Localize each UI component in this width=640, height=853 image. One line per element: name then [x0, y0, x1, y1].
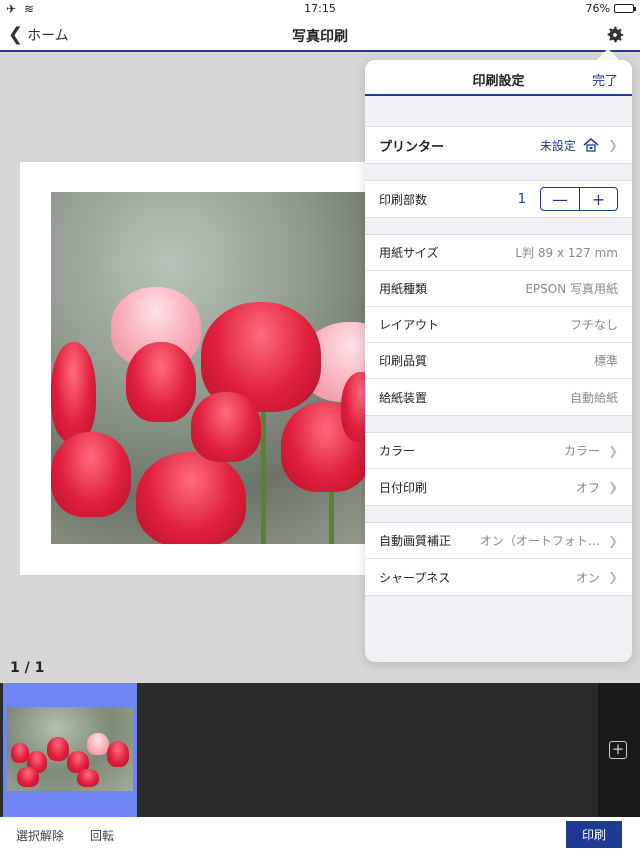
correction-settings-group: 自動画質補正 オン（オートフォト… ❯ シャープネス オン ❯	[365, 522, 632, 596]
bottom-toolbar: 選択解除 回転 印刷	[0, 817, 640, 853]
paper-size-row[interactable]: 用紙サイズ L判 89 x 127 mm	[365, 235, 632, 271]
setting-value: フチなし	[569, 318, 618, 332]
paper-settings-group: 用紙サイズ L判 89 x 127 mm 用紙種類 EPSON 写真用紙 レイアウト…	[365, 234, 632, 416]
battery-percent: 76%	[585, 2, 610, 15]
setting-label: 用紙種類	[379, 282, 428, 296]
setting-value: カラー	[563, 444, 600, 458]
setting-value: オン	[575, 570, 600, 585]
popover-header: 印刷設定 完了	[365, 60, 632, 96]
setting-label: 日付印刷	[379, 480, 428, 495]
page-indicator: 1 / 1	[10, 660, 45, 676]
color-row[interactable]: カラー カラー ❯	[365, 433, 632, 469]
setting-label: 印刷品質	[379, 354, 428, 368]
tulip-flower	[77, 769, 99, 787]
status-bar: ✈ ≋ 17:15 76%	[0, 0, 640, 18]
setting-label: シャープネス	[379, 570, 451, 585]
printer-group: プリンター 未設定 ❯	[365, 126, 632, 164]
chevron-right-icon: ❯	[607, 533, 618, 548]
deselect-button[interactable]: 選択解除	[16, 827, 64, 844]
thumbnail-image	[7, 707, 133, 791]
tulip-flower	[51, 342, 96, 442]
color-settings-group: カラー カラー ❯ 日付印刷 オフ ❯	[365, 432, 632, 506]
tulip-flower	[87, 733, 109, 755]
battery-icon	[614, 4, 636, 13]
paper-type-row[interactable]: 用紙種類 EPSON 写真用紙	[365, 271, 632, 307]
chevron-right-icon: ❯	[607, 480, 618, 494]
copies-row: 印刷部数 1 — +	[365, 181, 632, 217]
setting-value: 標準	[593, 354, 618, 368]
tulip-flower	[126, 342, 196, 422]
copies-stepper[interactable]: — +	[540, 187, 618, 211]
status-right: 76%	[585, 2, 636, 15]
setting-value: オン（オートフォト…	[479, 534, 600, 548]
date-print-row[interactable]: 日付印刷 オフ ❯	[365, 469, 632, 505]
tulip-flower	[191, 392, 261, 462]
setting-value: 自動給紙	[569, 390, 618, 405]
setting-label: カラー	[379, 444, 416, 458]
setting-label: 自動画質補正	[379, 534, 452, 548]
chevron-right-icon: ❯	[607, 138, 618, 152]
decrement-button[interactable]: —	[541, 188, 579, 210]
thumbnail-selected[interactable]	[3, 683, 137, 817]
print-quality-row[interactable]: 印刷品質 標準	[365, 343, 632, 379]
rotate-button[interactable]: 回転	[90, 827, 114, 844]
tulip-flower	[51, 432, 131, 517]
paper-source-row[interactable]: 給紙装置 自動給紙	[365, 379, 632, 415]
printer-row[interactable]: プリンター 未設定 ❯	[365, 127, 632, 163]
chevron-right-icon: ❯	[607, 570, 618, 584]
copies-group: 印刷部数 1 — +	[365, 180, 632, 218]
copies-label: 印刷部数	[379, 192, 428, 207]
thumbnail-strip: +	[0, 683, 640, 817]
print-settings-popover: 印刷設定 完了 プリンター 未設定 ❯ 印刷部数 1 — + 用紙サイズ L判 8…	[365, 60, 632, 662]
stem	[261, 392, 266, 544]
layout-row[interactable]: レイアウト フチなし	[365, 307, 632, 343]
printer-value: 未設定	[539, 138, 576, 153]
add-photo-button[interactable]: +	[609, 741, 627, 759]
gear-icon[interactable]	[604, 24, 626, 46]
setting-label: 用紙サイズ	[379, 246, 439, 260]
sharpness-row[interactable]: シャープネス オン ❯	[365, 559, 632, 595]
setting-label: 給紙装置	[379, 390, 428, 405]
tulip-flower	[107, 741, 129, 767]
setting-value: L判 89 x 127 mm	[515, 246, 618, 260]
strip-side-panel: +	[598, 683, 640, 817]
setting-value: オフ	[575, 480, 600, 495]
tulip-flower	[47, 737, 69, 761]
status-time: 17:15	[304, 2, 336, 15]
chevron-right-icon: ❯	[607, 443, 618, 458]
tulip-flower	[136, 452, 246, 544]
done-button[interactable]: 完了	[592, 70, 618, 89]
auto-correction-row[interactable]: 自動画質補正 オン（オートフォト… ❯	[365, 523, 632, 559]
increment-button[interactable]: +	[579, 188, 617, 210]
page-title: 写真印刷	[292, 29, 348, 45]
tulip-flower	[17, 767, 39, 787]
setting-value: EPSON 写真用紙	[525, 282, 618, 296]
printer-label: プリンター	[379, 139, 445, 155]
print-button[interactable]: 印刷	[566, 821, 622, 848]
navigation-bar: ❮ ホーム 写真印刷	[0, 18, 640, 52]
home-printer-icon	[583, 138, 599, 152]
setting-label: レイアウト	[379, 318, 440, 332]
copies-value: 1	[517, 191, 526, 207]
